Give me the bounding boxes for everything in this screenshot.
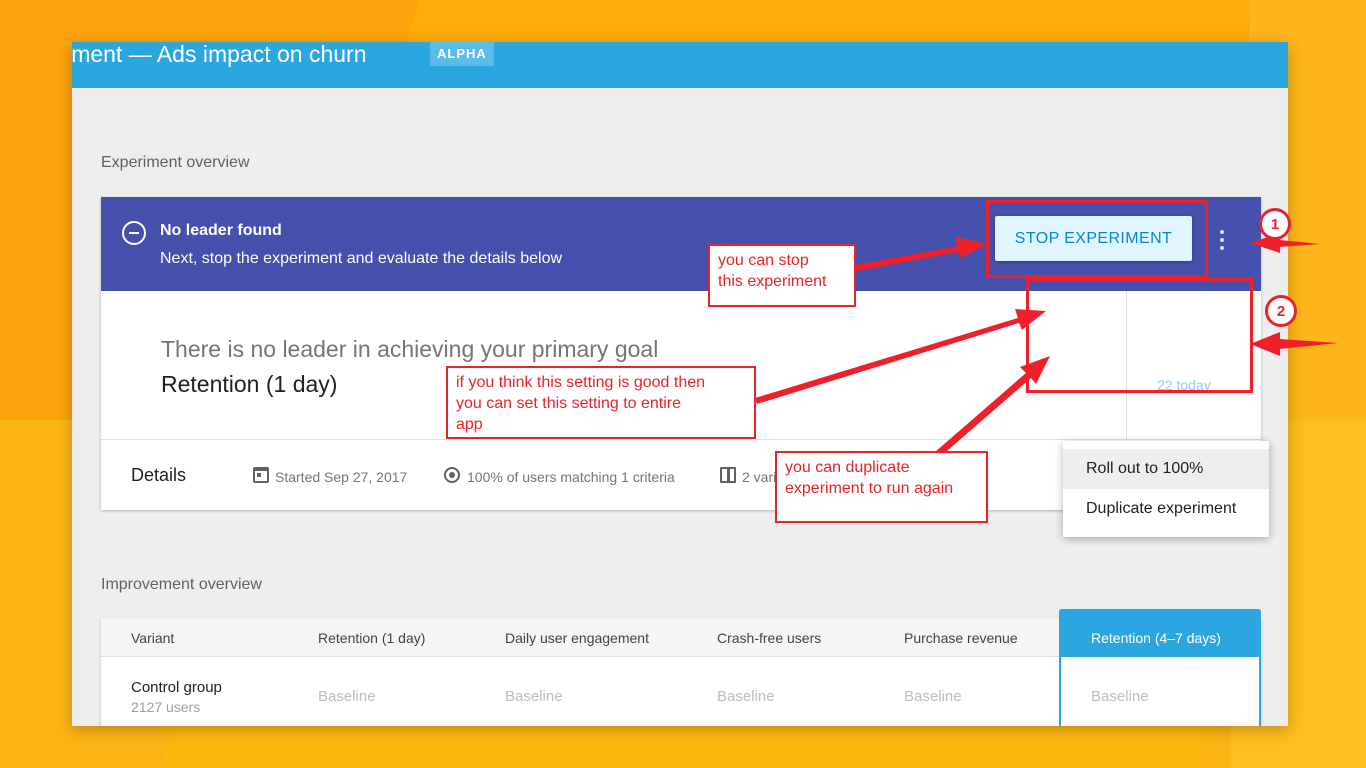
no-leader-text: There is no leader in achieving your pri… <box>161 336 659 362</box>
column-header[interactable]: Retention (1 day) <box>318 630 425 646</box>
column-header[interactable]: Daily user engagement <box>505 630 649 646</box>
divider <box>101 439 1261 440</box>
menu-item-duplicate[interactable]: Duplicate experiment <box>1063 489 1269 529</box>
variant-users: 2127 users <box>131 699 201 715</box>
overflow-menu: Roll out to 100% Duplicate experiment <box>1063 441 1269 537</box>
step-number-2: 2 <box>1265 295 1297 327</box>
stop-button-highlight <box>986 200 1208 278</box>
calendar-icon <box>253 467 269 483</box>
alpha-badge: ALPHA <box>430 42 494 66</box>
table-cell: Baseline <box>318 688 376 705</box>
improvement-table: Variant Retention (1 day) Daily user eng… <box>101 609 1261 726</box>
experiment-overview-label: Experiment overview <box>101 154 250 171</box>
active-column-body <box>1059 657 1261 726</box>
stop-annotation: you can stop this experiment <box>708 244 856 307</box>
variants-icon <box>720 467 736 483</box>
started-date: Started Sep 27, 2017 <box>275 469 408 485</box>
details-label: Details <box>131 465 187 485</box>
menu-item-roll-out[interactable]: Roll out to 100% <box>1063 449 1269 489</box>
variant-name: Control group <box>131 679 222 696</box>
rollout-annotation: if you think this setting is good then y… <box>446 366 756 439</box>
users-matching: 100% of users matching 1 criteria <box>467 469 675 485</box>
table-cell: Baseline <box>1091 688 1149 705</box>
app-header: Experiment — Ads impact on churn ALPHA <box>72 42 1288 88</box>
step-number-1: 1 <box>1259 208 1291 240</box>
variants-count: 2 vari <box>742 469 777 485</box>
column-header[interactable]: Retention (4–7 days) <box>1091 630 1221 646</box>
remove-circle-icon <box>122 221 146 245</box>
improvement-overview-label: Improvement overview <box>101 576 262 593</box>
table-cell: Baseline <box>505 688 563 705</box>
menu-highlight <box>1026 278 1253 393</box>
column-header: Variant <box>131 630 175 646</box>
target-icon <box>444 467 460 483</box>
banner-title: No leader found <box>160 222 282 239</box>
column-header[interactable]: Purchase revenue <box>904 630 1018 646</box>
table-cell: Baseline <box>717 688 775 705</box>
banner-subtitle: Next, stop the experiment and evaluate t… <box>160 250 563 267</box>
primary-goal-name: Retention (1 day) <box>161 371 338 397</box>
more-vert-icon[interactable] <box>1218 230 1226 254</box>
page-title: Experiment — Ads impact on churn <box>72 42 367 67</box>
table-cell: Baseline <box>904 688 962 705</box>
duplicate-annotation: you can duplicate experiment to run agai… <box>775 451 988 523</box>
column-header[interactable]: Crash-free users <box>717 630 821 646</box>
